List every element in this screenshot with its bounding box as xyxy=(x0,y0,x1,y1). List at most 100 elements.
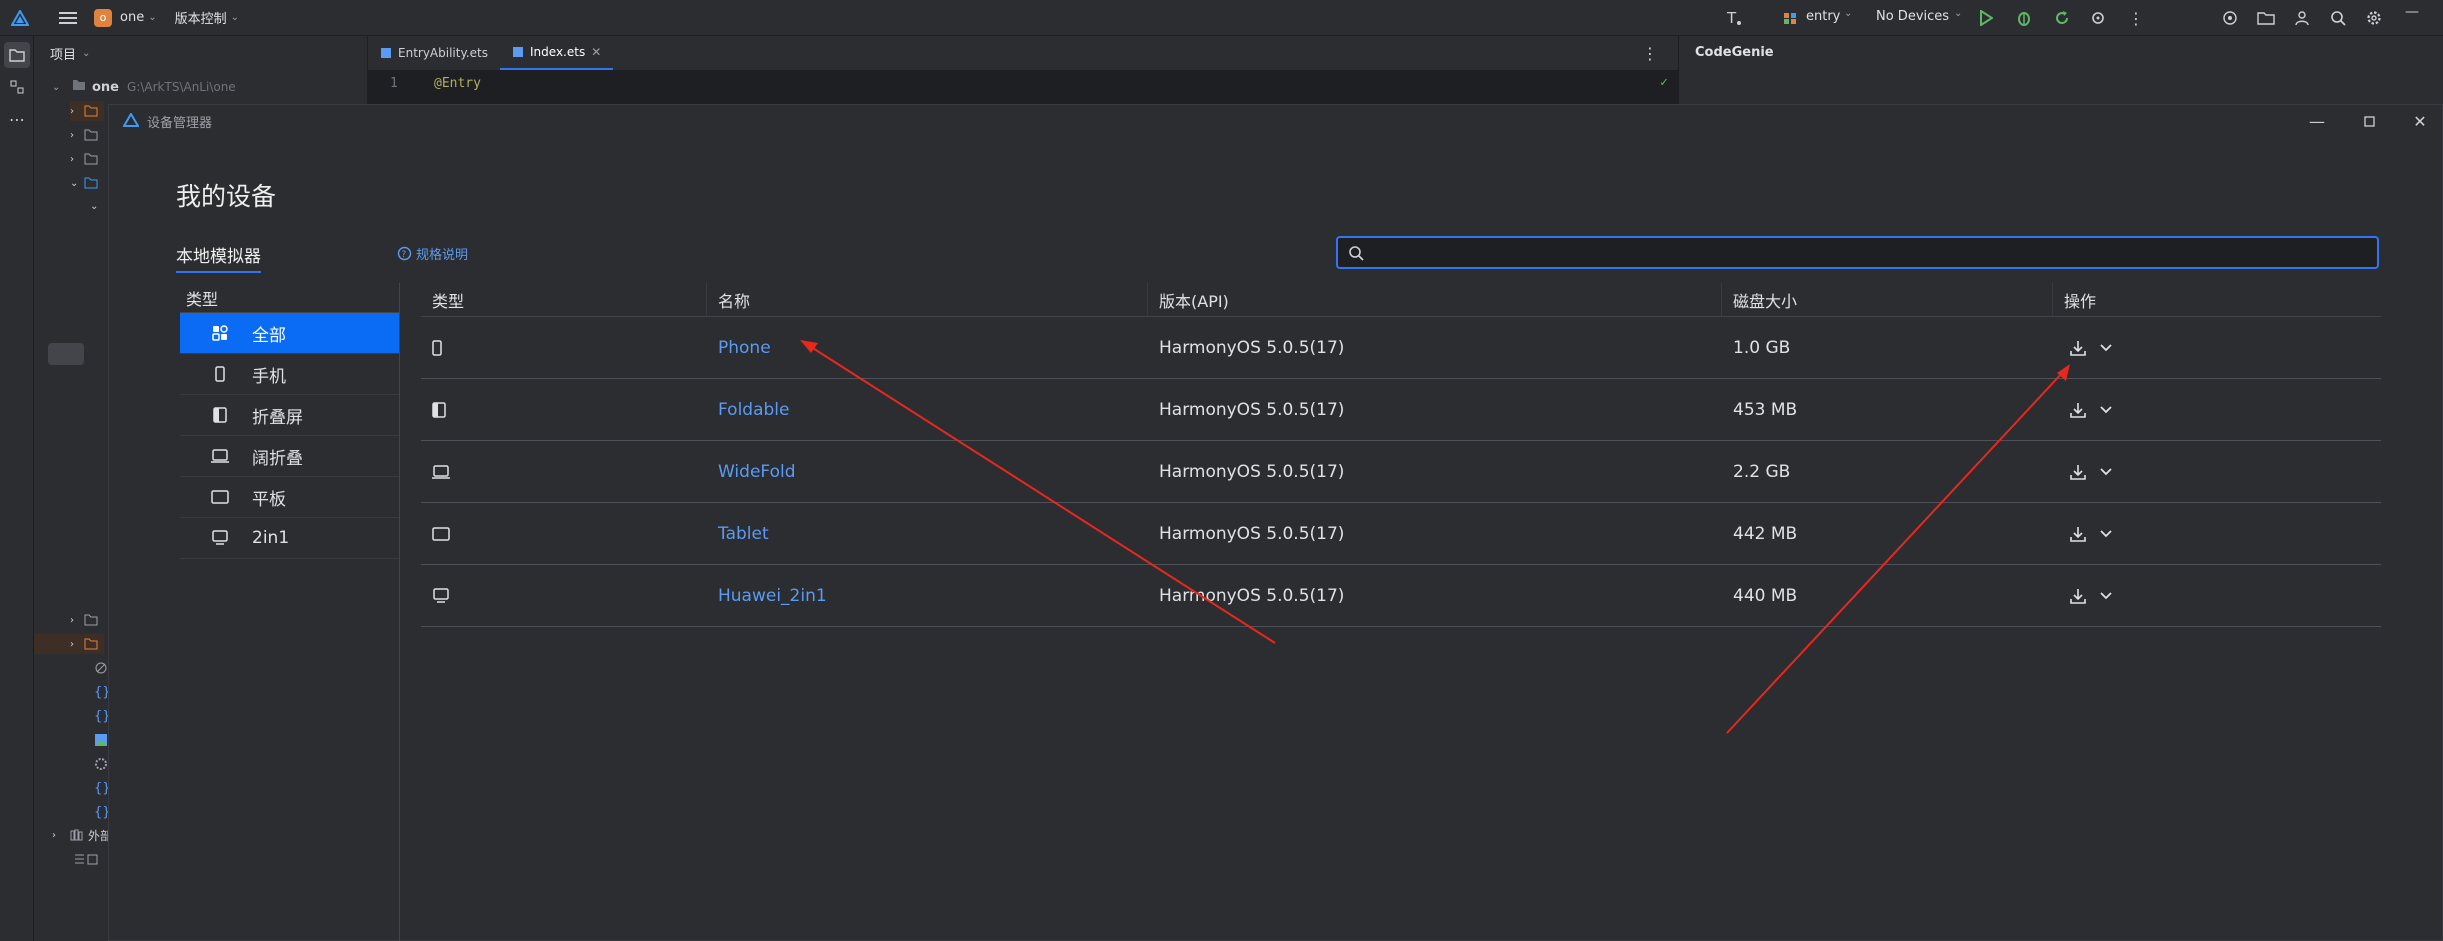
table-row[interactable]: Phone HarmonyOS 5.0.5(17) 1.0 GB xyxy=(421,317,2381,379)
gear-icon[interactable] xyxy=(2360,4,2388,32)
dialog-titlebar[interactable]: 设备管理器 — ✕ xyxy=(109,105,2442,137)
settings-file-icon[interactable] xyxy=(94,754,108,774)
chevron-down-icon[interactable]: ⌄ xyxy=(231,12,239,23)
device-manager-dialog: 设备管理器 — ✕ 我的设备 本地模拟器 ? 规格说明 类型 全部 手机 折叠屏 xyxy=(108,104,2443,941)
tree-row[interactable]: › xyxy=(34,634,104,654)
chevron-down-icon[interactable]: ⌄ xyxy=(148,12,156,23)
main-menu-icon[interactable] xyxy=(54,4,82,32)
tree-root[interactable]: ⌄ one G:\ArkTS\AnLi\one xyxy=(52,77,236,97)
chevron-down-icon[interactable]: ⌄ xyxy=(1954,8,1962,19)
download-icon[interactable] xyxy=(2067,399,2089,421)
device-name[interactable]: WideFold xyxy=(707,441,1148,502)
table-row[interactable]: Huawei_2in1 HarmonyOS 5.0.5(17) 440 MB xyxy=(421,565,2381,627)
minimize-icon[interactable]: — xyxy=(2302,109,2332,133)
column-type: 类型 xyxy=(421,283,707,316)
tablet-icon xyxy=(421,503,707,564)
tree-row[interactable]: › xyxy=(70,101,104,121)
ide-toolbar: o one ⌄ 版本控制 ⌄ T entry ⌄ No Devices ⌄ ⋮ … xyxy=(0,0,2443,36)
chevron-down-icon[interactable] xyxy=(2095,585,2117,607)
search-icon[interactable] xyxy=(2324,4,2352,32)
app-logo-icon xyxy=(122,111,140,131)
profiler-icon[interactable] xyxy=(2084,4,2112,32)
project-folder-icon[interactable] xyxy=(4,42,30,68)
column-version: 版本(API) xyxy=(1148,283,1722,316)
spec-link[interactable]: ? 规格说明 xyxy=(397,244,468,263)
reload-icon[interactable] xyxy=(2048,4,2076,32)
category-all[interactable]: 全部 xyxy=(180,313,399,354)
tablet-icon xyxy=(208,490,232,504)
device-name[interactable]: Huawei_2in1 xyxy=(707,565,1148,626)
maximize-icon[interactable] xyxy=(2354,109,2384,133)
page-title: 我的设备 xyxy=(176,182,277,211)
project-badge[interactable]: o xyxy=(94,8,112,27)
category-widefold[interactable]: 阔折叠 xyxy=(180,436,399,477)
tab-index[interactable]: Index.ets ✕ xyxy=(500,36,614,70)
chevron-down-icon[interactable] xyxy=(2095,461,2117,483)
tab-entryability[interactable]: EntryAbility.ets xyxy=(368,36,500,70)
device-size: 440 MB xyxy=(1733,585,1798,606)
chevron-down-icon[interactable] xyxy=(2095,337,2117,359)
download-icon[interactable] xyxy=(2067,523,2089,545)
project-panel-title[interactable]: 项目 xyxy=(50,44,76,63)
download-icon[interactable] xyxy=(2067,337,2089,359)
scroll-thumb[interactable] xyxy=(48,343,84,365)
device-name[interactable]: Foldable xyxy=(707,379,1148,440)
more-vertical-icon[interactable]: ⋮ xyxy=(2122,4,2150,32)
ets-file-icon xyxy=(513,47,524,57)
table-row[interactable]: Tablet HarmonyOS 5.0.5(17) 442 MB xyxy=(421,503,2381,565)
phone-icon xyxy=(208,366,232,382)
project-name[interactable]: one xyxy=(120,10,144,25)
category-phone[interactable]: 手机 xyxy=(180,354,399,395)
device-name[interactable]: Phone xyxy=(707,317,1148,378)
run-config-icon[interactable] xyxy=(1782,10,1798,30)
external-libs-row[interactable]: › 外部 xyxy=(52,825,112,845)
table-row[interactable]: WideFold HarmonyOS 5.0.5(17) 2.2 GB xyxy=(421,441,2381,503)
target-icon[interactable] xyxy=(2216,4,2244,32)
code-line[interactable]: @Entry xyxy=(434,76,481,91)
download-icon[interactable] xyxy=(2067,461,2089,483)
run-icon[interactable] xyxy=(1972,4,2000,32)
download-icon[interactable] xyxy=(2067,585,2089,607)
column-disk-size: 磁盘大小 xyxy=(1722,283,2053,316)
tab-local-emulator[interactable]: 本地模拟器 xyxy=(176,242,261,273)
chevron-down-icon[interactable]: ⌄ xyxy=(52,82,66,93)
vcs-menu[interactable]: 版本控制 xyxy=(175,8,227,27)
code-editor[interactable]: 1 @Entry ✓ xyxy=(368,70,1678,104)
table-row[interactable]: Foldable HarmonyOS 5.0.5(17) 453 MB xyxy=(421,379,2381,441)
ignore-file-icon[interactable] xyxy=(94,658,108,678)
ets-file-icon[interactable] xyxy=(94,730,108,750)
tree-row[interactable]: ⌄ xyxy=(90,196,104,216)
chevron-down-icon[interactable]: ⌄ xyxy=(1844,8,1852,19)
structure-icon[interactable] xyxy=(4,74,30,100)
chevron-down-icon[interactable] xyxy=(2095,523,2117,545)
tree-row[interactable]: › xyxy=(70,125,98,145)
user-icon[interactable] xyxy=(2288,4,2316,32)
tree-row[interactable]: › xyxy=(70,149,98,169)
more-horizontal-icon[interactable]: ⋯ xyxy=(4,106,30,132)
close-icon[interactable]: ✕ xyxy=(591,45,601,59)
more-vertical-icon[interactable]: ⋮ xyxy=(1642,44,1658,63)
run-config-select[interactable]: entry xyxy=(1806,9,1840,24)
text-tool-icon[interactable]: T xyxy=(1720,4,1748,32)
minimize-icon[interactable]: — xyxy=(2405,4,2419,20)
tab-label: EntryAbility.ets xyxy=(398,46,489,60)
device-select[interactable]: No Devices xyxy=(1876,9,1949,24)
category-2in1[interactable]: 2in1 xyxy=(180,518,399,559)
check-icon: ✓ xyxy=(1660,75,1668,90)
category-foldable[interactable]: 折叠屏 xyxy=(180,395,399,436)
scratches-icon[interactable] xyxy=(74,849,100,869)
laptop-icon xyxy=(421,565,707,626)
tool-window-strip: ⋯ xyxy=(0,36,34,941)
chevron-down-icon[interactable]: ⌄ xyxy=(82,48,90,59)
search-input[interactable] xyxy=(1372,244,2350,261)
tree-row[interactable]: › xyxy=(70,610,98,630)
search-icon xyxy=(1349,245,1364,261)
folder-search-icon[interactable] xyxy=(2252,4,2280,32)
chevron-down-icon[interactable] xyxy=(2095,399,2117,421)
close-icon[interactable]: ✕ xyxy=(2405,109,2435,133)
device-name[interactable]: Tablet xyxy=(707,503,1148,564)
category-tablet[interactable]: 平板 xyxy=(180,477,399,518)
debug-icon[interactable] xyxy=(2010,4,2038,32)
search-box[interactable] xyxy=(1336,236,2379,269)
tree-row[interactable]: ⌄ xyxy=(70,173,98,193)
